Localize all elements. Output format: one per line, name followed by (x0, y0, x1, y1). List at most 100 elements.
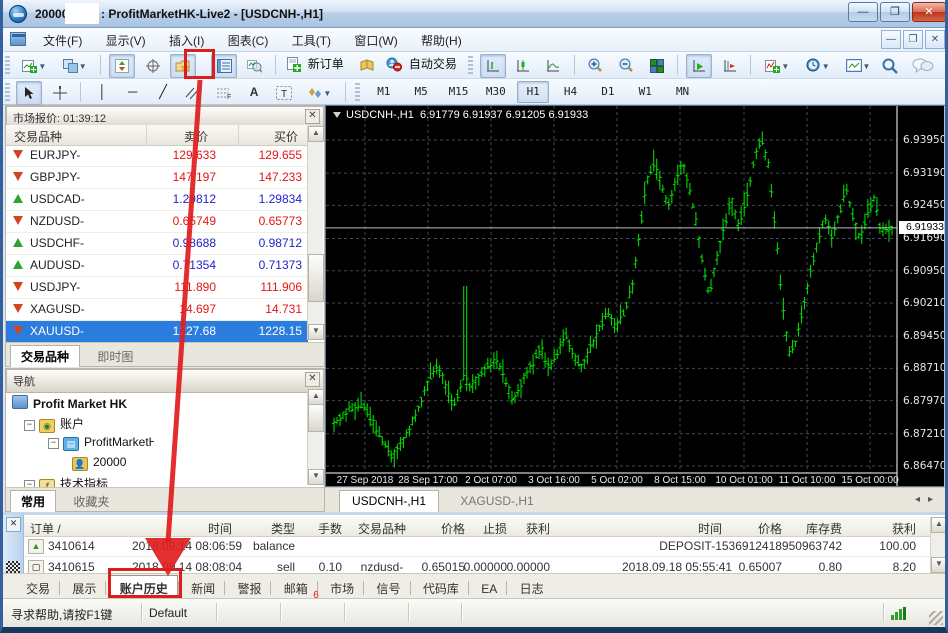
text-button[interactable]: A (241, 81, 267, 105)
market-row[interactable]: GBPJPY-147.197147.233 (6, 167, 308, 189)
column-sell[interactable]: 卖价 (184, 128, 208, 145)
trendline-button[interactable]: ╱ (150, 81, 176, 105)
timeframe-m15[interactable]: M15 (443, 81, 475, 103)
child-restore-button[interactable]: ❐ (903, 30, 923, 49)
candlestick-button[interactable] (510, 54, 536, 78)
column-symbol[interactable]: 交易品种 (14, 128, 62, 145)
navigator-scrollbar[interactable]: ▲ ▼ (307, 389, 323, 485)
timeframe-d1[interactable]: D1 (592, 81, 624, 103)
chevron-down-icon[interactable] (333, 112, 341, 118)
col-profit[interactable]: 获利 (856, 520, 916, 537)
minimize-button[interactable]: — (848, 2, 878, 22)
terminal-scrollbar[interactable]: ▲ ▼ (930, 517, 945, 573)
restore-button[interactable]: ❐ (880, 2, 910, 22)
menu-file[interactable]: 文件(F) (33, 28, 92, 53)
close-icon[interactable]: ✕ (305, 372, 320, 387)
templates-button[interactable]: ▼ (840, 54, 876, 78)
fibonacci-button[interactable]: F (211, 81, 237, 105)
line-chart-button[interactable] (540, 54, 566, 78)
terminal-button[interactable] (211, 54, 237, 78)
col-type[interactable]: 类型 (245, 520, 295, 537)
cursor-button[interactable] (16, 81, 42, 105)
market-row[interactable]: USDCAD-1.298121.29834 (6, 189, 308, 211)
tree-node-login[interactable]: 👤20000 (72, 455, 126, 471)
strategy-tester-button[interactable] (242, 54, 268, 78)
chart-tab-scroll-arrows[interactable]: ◂▸ (915, 494, 941, 505)
zoom-out-button[interactable] (613, 54, 639, 78)
equidistant-channel-button[interactable]: E (180, 81, 206, 105)
toolbar-grip[interactable] (468, 56, 473, 74)
tile-windows-button[interactable] (644, 54, 670, 78)
scroll-down-icon[interactable]: ▼ (931, 557, 947, 573)
profiles-button[interactable]: ▼ (57, 54, 93, 78)
menu-insert[interactable]: 插入(I) (159, 28, 214, 53)
menu-help[interactable]: 帮助(H) (411, 28, 472, 53)
col-swap[interactable]: 库存费 (782, 520, 842, 537)
chart-scrollbar[interactable] (944, 106, 948, 488)
toolbar-grip[interactable] (5, 83, 10, 101)
scroll-up-icon[interactable]: ▲ (931, 517, 947, 533)
close-button[interactable]: ✕ (912, 2, 946, 22)
timeframe-h1[interactable]: H1 (517, 81, 549, 103)
close-icon[interactable]: ✕ (305, 109, 320, 124)
chart-window-icon[interactable] (10, 32, 26, 46)
zoom-in-button[interactable] (583, 54, 609, 78)
indicators-button[interactable]: ▼ (759, 54, 795, 78)
search-icon[interactable] (877, 54, 903, 78)
chat-icon[interactable] (907, 54, 939, 78)
collapse-icon[interactable]: − (24, 420, 35, 431)
menu-view[interactable]: 显示(V) (96, 28, 156, 53)
new-order-button[interactable]: 新订单 (284, 54, 347, 76)
child-minimize-button[interactable]: — (881, 30, 901, 49)
tab-symbols[interactable]: 交易品种 (10, 345, 80, 367)
chart-window[interactable]: USDCNH-,H1 6.91779 6.91937 6.91205 6.919… (325, 105, 948, 487)
col-time[interactable]: 时间 (132, 520, 232, 537)
scroll-thumb[interactable] (308, 254, 324, 302)
col-symbol[interactable]: 交易品种 (352, 520, 412, 537)
timeframe-m30[interactable]: M30 (480, 81, 512, 103)
crosshair-button[interactable] (47, 81, 73, 105)
child-close-button[interactable]: ✕ (925, 30, 945, 49)
col-lots[interactable]: 手数 (302, 520, 342, 537)
tree-node-broker[interactable]: Profit Market HK (12, 395, 127, 411)
market-row[interactable]: USDCHF-0.986880.98712 (6, 233, 308, 255)
menu-tools[interactable]: 工具(T) (282, 28, 341, 53)
metaeditor-button[interactable] (354, 54, 380, 78)
scroll-up-icon[interactable]: ▲ (308, 126, 324, 142)
scroll-down-icon[interactable]: ▼ (308, 324, 324, 340)
periods-button[interactable]: ▼ (800, 54, 836, 78)
auto-scroll-button[interactable] (686, 54, 712, 78)
timeframe-h4[interactable]: H4 (555, 81, 587, 103)
collapse-icon[interactable]: − (48, 438, 59, 449)
scroll-thumb[interactable] (308, 404, 324, 432)
chart-tab-usdcnh[interactable]: USDCNH-,H1 (339, 490, 439, 514)
col-time2[interactable]: 时间 (622, 520, 722, 537)
toolbar-grip[interactable] (5, 56, 10, 74)
market-row[interactable]: NZDUSD-0.657490.65773 (6, 211, 308, 233)
timeframe-m5[interactable]: M5 (405, 81, 437, 103)
timeframe-mn[interactable]: MN (667, 81, 699, 103)
menu-charts[interactable]: 图表(C) (218, 28, 279, 53)
status-profile[interactable]: Default (149, 606, 187, 620)
vertical-line-button[interactable]: │ (89, 81, 115, 105)
toolbar-grip[interactable] (355, 83, 360, 101)
scroll-down-icon[interactable]: ▼ (308, 469, 324, 485)
history-row-order[interactable]: ▢ 3410615 2018.09.14 08:08:04 sell 0.10 … (24, 557, 931, 573)
close-icon[interactable]: ✕ (6, 517, 21, 532)
col-price2[interactable]: 价格 (732, 520, 782, 537)
tree-node-accounts[interactable]: −◉账户 (24, 415, 84, 433)
market-row-selected[interactable]: XAUUSD-1227.681228.15 (6, 321, 308, 343)
autotrading-button[interactable]: 自动交易 (384, 54, 460, 76)
scroll-up-icon[interactable]: ▲ (308, 389, 324, 405)
chart-shift-button[interactable] (717, 54, 743, 78)
resize-grip[interactable] (929, 611, 943, 625)
market-row[interactable]: USDJPY-111.890111.906 (6, 277, 308, 299)
chart-tab-xagusd[interactable]: XAGUSD-,H1 (448, 491, 545, 514)
col-tp[interactable]: 获利 (490, 520, 550, 537)
text-label-button[interactable]: T (271, 81, 297, 105)
col-order[interactable]: 订单 / (30, 520, 61, 537)
menu-window[interactable]: 窗口(W) (344, 28, 407, 53)
market-watch-scrollbar[interactable]: ▲ ▼ (307, 126, 323, 340)
market-row[interactable]: EURJPY-129.633129.655 (6, 145, 308, 167)
tab-favorites[interactable]: 收藏夹 (63, 491, 119, 512)
